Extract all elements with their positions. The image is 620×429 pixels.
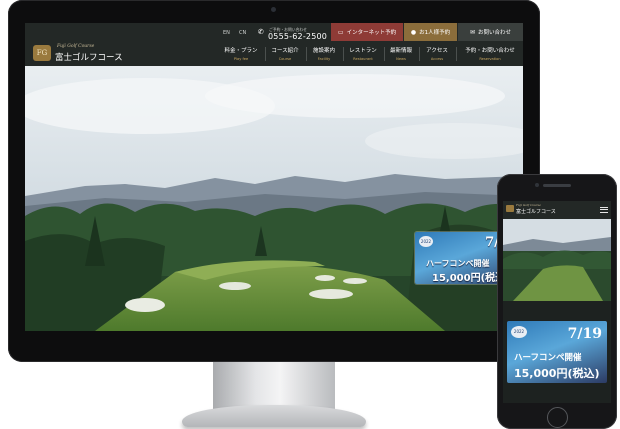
- nav-sublabel: Course: [278, 57, 292, 61]
- internet-reservation-button[interactable]: ▭ インターネット予約: [331, 23, 403, 41]
- nav-divider: [384, 47, 385, 61]
- nav-sublabel: Restaurant: [353, 57, 373, 61]
- nav-sublabel: Play fee: [233, 57, 249, 61]
- banner-title: ハーフコンペ開催: [426, 259, 490, 268]
- nav-divider: [343, 47, 344, 61]
- nav-divider: [306, 47, 307, 61]
- mobile-hero-image: [503, 219, 611, 301]
- nav-sublabel: News: [396, 57, 406, 61]
- mobile-logo-subtitle: Fuji Golf Course: [516, 203, 541, 207]
- nav-item-news[interactable]: 最新情報 News: [387, 46, 415, 64]
- mobile-banner-price: 15,000円(税込): [514, 367, 600, 380]
- logo-name[interactable]: 富士ゴルフコース: [55, 51, 123, 63]
- mail-icon: ✉: [469, 28, 475, 36]
- mobile-banner-title: ハーフコンペ開催: [514, 353, 582, 363]
- mobile-header: Fuji Golf Course 富士ゴルフコース: [503, 201, 611, 219]
- hero-course-image: [25, 66, 523, 331]
- nav-item-restaurant[interactable]: レストラン Restaurant: [346, 46, 380, 64]
- monitor-base: [182, 405, 366, 427]
- nav-sublabel: Reservation: [479, 57, 501, 61]
- mobile-logo-badge[interactable]: [506, 205, 514, 212]
- logo-subtitle: Fuji Golf Course: [57, 44, 95, 49]
- mobile-banner-round-badge: 2022: [511, 326, 527, 338]
- contact-label: お問い合わせ: [478, 30, 512, 36]
- nav-label: 予約・お問い合わせ: [465, 48, 515, 54]
- mobile-banner-date: 7/19: [567, 326, 602, 342]
- site-header: FG Fuji Golf Course 富士ゴルフコース EN CN ✆ ご予約…: [25, 23, 523, 66]
- person-icon: ●: [410, 28, 417, 36]
- nav-label: 最新情報: [389, 48, 412, 54]
- nav-label: 料金・プラン: [224, 48, 258, 54]
- home-button[interactable]: [547, 407, 568, 428]
- monitor-icon: ▭: [337, 28, 344, 36]
- phone-camera-icon: [535, 183, 539, 187]
- nav-label: 施設案内: [312, 48, 335, 54]
- mobile-compe-banner[interactable]: 2022 7/19 ハーフコンペ開催 15,000円(税込): [507, 321, 607, 383]
- nav-divider: [456, 47, 457, 61]
- mobile-phone: Fuji Golf Course 富士ゴルフコース 2022 7/19 ハーフコ…: [497, 174, 617, 429]
- contact-button[interactable]: ✉ お問い合わせ: [458, 23, 523, 41]
- phone-icon: ✆: [258, 28, 264, 36]
- solo-reservation-button[interactable]: ● お1人様予約: [404, 23, 457, 41]
- nav-item-access[interactable]: アクセス Access: [422, 46, 452, 64]
- nav-item-play-fee[interactable]: 料金・プラン Play fee: [221, 46, 261, 64]
- nav-divider: [419, 47, 420, 61]
- phone-speaker: [543, 184, 571, 187]
- desktop-monitor: FG Fuji Golf Course 富士ゴルフコース EN CN ✆ ご予約…: [8, 0, 540, 362]
- internet-reservation-label: インターネット予約: [346, 30, 397, 36]
- nav-sublabel: Facility: [317, 57, 331, 61]
- banner-round-badge: 2022: [419, 236, 433, 247]
- hamburger-menu-icon[interactable]: [600, 205, 608, 213]
- nav-divider: [265, 47, 266, 61]
- mobile-logo-name[interactable]: 富士ゴルフコース: [516, 208, 556, 215]
- nav-item-facility[interactable]: 施設案内 Facility: [309, 46, 339, 64]
- nav-item-course[interactable]: コース紹介 Course: [268, 46, 302, 64]
- tel-number[interactable]: 0555-62-2500: [268, 32, 327, 41]
- mobile-screen: Fuji Golf Course 富士ゴルフコース 2022 7/19 ハーフコ…: [503, 201, 611, 403]
- logo-badge[interactable]: FG: [33, 45, 51, 61]
- nav-item-reservation[interactable]: 予約・お問い合わせ Reservation: [458, 46, 522, 64]
- nav-label: コース紹介: [271, 48, 299, 54]
- nav-label: アクセス: [426, 48, 448, 54]
- lang-en-link[interactable]: EN: [223, 30, 230, 36]
- desktop-screen: FG Fuji Golf Course 富士ゴルフコース EN CN ✆ ご予約…: [25, 23, 523, 331]
- camera-icon: [271, 7, 276, 12]
- lang-cn-link[interactable]: CN: [239, 30, 246, 36]
- nav-sublabel: Access: [430, 57, 444, 61]
- nav-label: レストラン: [349, 48, 377, 54]
- solo-reservation-label: お1人様予約: [419, 30, 451, 36]
